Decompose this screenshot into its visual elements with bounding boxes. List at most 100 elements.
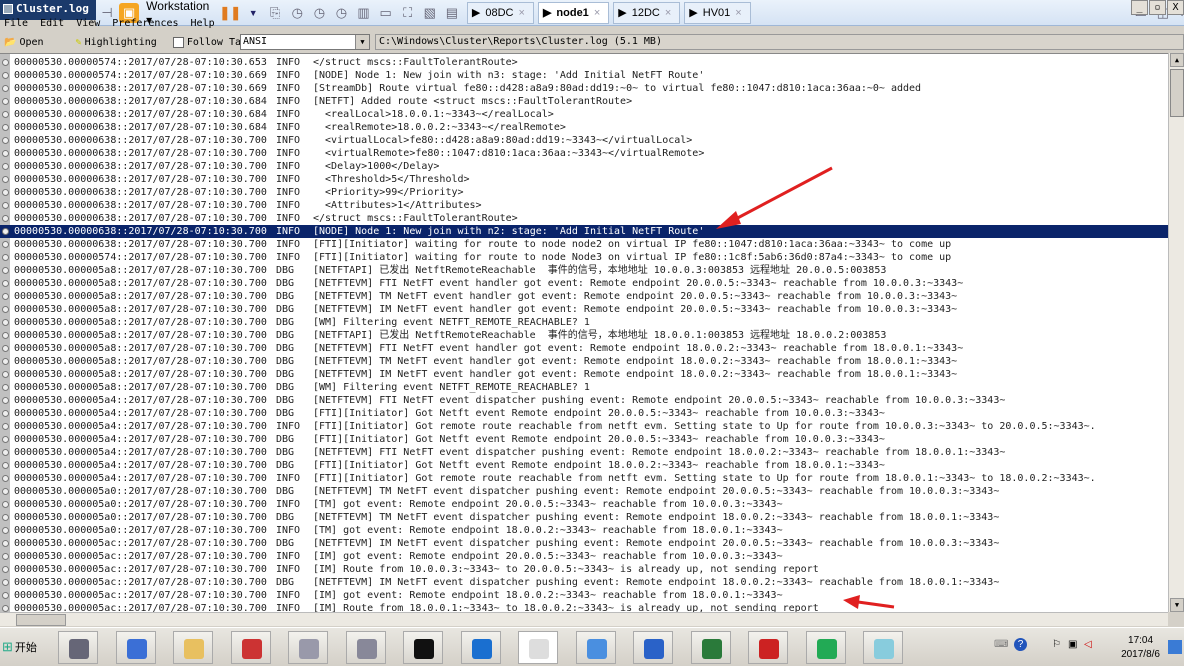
log-row[interactable]: 00000530.000005a4::2017/07/28-07:10:30.7… <box>0 459 1168 472</box>
log-row[interactable]: 00000530.000005a0::2017/07/28-07:10:30.7… <box>0 485 1168 498</box>
unity-icon[interactable]: ▧ <box>420 3 440 23</box>
menu-help[interactable]: Help <box>191 18 215 32</box>
log-row[interactable]: 00000530.000005a4::2017/07/28-07:10:30.7… <box>0 433 1168 446</box>
scroll-up-button[interactable]: ▲ <box>1170 53 1184 67</box>
taskbar-security-button[interactable] <box>288 631 328 664</box>
home-tab-icon[interactable]: ▤ <box>442 3 462 23</box>
taskbar-powershell-button[interactable] <box>115 631 156 664</box>
bookmark-dot-icon[interactable] <box>2 501 9 508</box>
bookmark-dot-icon[interactable] <box>2 436 9 443</box>
bookmark-dot-icon[interactable] <box>2 111 9 118</box>
close-icon[interactable]: × <box>665 7 671 19</box>
log-row[interactable]: 00000530.000005ac::2017/07/28-07:10:30.7… <box>0 602 1168 612</box>
log-row[interactable]: 00000530.000005a8::2017/07/28-07:10:30.7… <box>0 329 1168 342</box>
log-row[interactable]: 00000530.00000638::2017/07/28-07:10:30.6… <box>0 95 1168 108</box>
taskbar-server-manager-button[interactable] <box>58 631 98 664</box>
bookmark-dot-icon[interactable] <box>2 254 9 261</box>
log-row[interactable]: 00000530.000005ac::2017/07/28-07:10:30.7… <box>0 537 1168 550</box>
bookmark-dot-icon[interactable] <box>2 449 9 456</box>
log-row[interactable]: 00000530.00000638::2017/07/28-07:10:30.7… <box>0 212 1168 225</box>
clock[interactable]: 17:04 2017/8/6 <box>1121 634 1160 662</box>
highlighting-button[interactable]: ✎ Highlighting <box>76 37 157 48</box>
log-row[interactable]: 00000530.00000638::2017/07/28-07:10:30.7… <box>0 186 1168 199</box>
bookmark-dot-icon[interactable] <box>2 176 9 183</box>
log-row[interactable]: 00000530.00000638::2017/07/28-07:10:30.7… <box>0 134 1168 147</box>
log-row[interactable]: 00000530.000005a8::2017/07/28-07:10:30.7… <box>0 342 1168 355</box>
bookmark-dot-icon[interactable] <box>2 475 9 482</box>
flag-icon[interactable]: ⚐ <box>1052 639 1061 650</box>
log-row[interactable]: 00000530.00000638::2017/07/28-07:10:30.7… <box>0 147 1168 160</box>
taskbar-toolbox-button[interactable] <box>748 631 788 664</box>
log-row[interactable]: 00000530.000005a8::2017/07/28-07:10:30.7… <box>0 290 1168 303</box>
close-button[interactable]: X <box>1167 0 1184 15</box>
bookmark-dot-icon[interactable] <box>2 488 9 495</box>
send-keys-icon[interactable]: ⎘ <box>265 3 285 23</box>
restore-snapshot-icon[interactable]: ◷ <box>309 3 329 23</box>
scroll-thumb[interactable] <box>1170 69 1184 117</box>
start-button[interactable]: ⊞ 开始 <box>2 634 44 660</box>
bookmark-dot-icon[interactable] <box>2 384 9 391</box>
bookmark-dot-icon[interactable] <box>2 410 9 417</box>
bookmark-dot-icon[interactable] <box>2 592 9 599</box>
log-row[interactable]: 00000530.00000638::2017/07/28-07:10:30.7… <box>0 199 1168 212</box>
log-row[interactable]: 00000530.00000638::2017/07/28-07:10:30.6… <box>0 108 1168 121</box>
log-row[interactable]: 00000530.00000574::2017/07/28-07:10:30.6… <box>0 56 1168 69</box>
log-row[interactable]: 00000530.000005a4::2017/07/28-07:10:30.7… <box>0 446 1168 459</box>
log-row[interactable]: 00000530.000005a8::2017/07/28-07:10:30.7… <box>0 277 1168 290</box>
bookmark-dot-icon[interactable] <box>2 280 9 287</box>
chevron-down-icon[interactable]: ▼ <box>355 35 369 49</box>
menu-edit[interactable]: Edit <box>40 18 64 32</box>
bookmark-dot-icon[interactable] <box>2 228 9 235</box>
open-button[interactable]: 📂 Open <box>4 37 44 48</box>
log-row[interactable]: 00000530.000005ac::2017/07/28-07:10:30.7… <box>0 563 1168 576</box>
bookmark-dot-icon[interactable] <box>2 605 9 612</box>
log-view[interactable]: 00000530.00000574::2017/07/28-07:10:30.6… <box>0 53 1168 612</box>
bookmark-dot-icon[interactable] <box>2 293 9 300</box>
bookmark-dot-icon[interactable] <box>2 397 9 404</box>
bookmark-dot-icon[interactable] <box>2 579 9 586</box>
taskbar-notepad-button[interactable] <box>863 631 903 664</box>
bookmark-dot-icon[interactable] <box>2 514 9 521</box>
menu-view[interactable]: View <box>76 18 100 32</box>
tab-hv01[interactable]: ▶ HV01 × <box>684 1 751 24</box>
checkbox[interactable] <box>172 36 184 48</box>
log-row[interactable]: 00000530.000005a8::2017/07/28-07:10:30.7… <box>0 355 1168 368</box>
taskbar-log-viewer-button[interactable] <box>518 631 558 664</box>
network-icon[interactable]: ▣ <box>1068 639 1077 650</box>
log-row[interactable]: 00000530.00000638::2017/07/28-07:10:30.7… <box>0 160 1168 173</box>
log-row[interactable]: 00000530.000005ac::2017/07/28-07:10:30.7… <box>0 550 1168 563</box>
taskbar-explorer-button[interactable] <box>173 631 213 664</box>
close-icon[interactable]: × <box>519 7 525 19</box>
bookmark-dot-icon[interactable] <box>2 527 9 534</box>
maximize-button[interactable]: ▫ <box>1149 0 1166 15</box>
volume-muted-icon[interactable]: ◁ <box>1084 639 1092 650</box>
minimize-button[interactable]: _ <box>1131 0 1148 15</box>
taskbar-network-button[interactable] <box>690 631 731 664</box>
bookmark-dot-icon[interactable] <box>2 85 9 92</box>
taskbar-control-panel-button[interactable] <box>575 631 616 664</box>
bookmark-dot-icon[interactable] <box>2 59 9 66</box>
horizontal-scrollbar[interactable] <box>0 612 1168 626</box>
encoding-select[interactable]: ANSI ▼ <box>240 34 370 50</box>
tab-node1[interactable]: ▶ node1 × <box>537 1 610 24</box>
log-row[interactable]: 00000530.000005a4::2017/07/28-07:10:30.7… <box>0 394 1168 407</box>
bookmark-dot-icon[interactable] <box>2 98 9 105</box>
bookmark-dot-icon[interactable] <box>2 319 9 326</box>
bookmark-dot-icon[interactable] <box>2 358 9 365</box>
scroll-down-button[interactable]: ▼ <box>1170 598 1184 612</box>
bookmark-dot-icon[interactable] <box>2 267 9 274</box>
log-row[interactable]: 00000530.000005ac::2017/07/28-07:10:30.7… <box>0 576 1168 589</box>
bookmark-dot-icon[interactable] <box>2 202 9 209</box>
bookmark-dot-icon[interactable] <box>2 306 9 313</box>
log-row[interactable]: 00000530.000005a8::2017/07/28-07:10:30.7… <box>0 303 1168 316</box>
bookmark-dot-icon[interactable] <box>2 163 9 170</box>
show-desktop-button[interactable] <box>1168 640 1182 654</box>
tab-12dc[interactable]: ▶ 12DC × <box>613 1 681 24</box>
bookmark-dot-icon[interactable] <box>2 150 9 157</box>
tab-08dc[interactable]: ▶ 08DC × <box>466 1 534 24</box>
bookmark-dot-icon[interactable] <box>2 566 9 573</box>
log-row[interactable]: 00000530.00000574::2017/07/28-07:10:30.7… <box>0 251 1168 264</box>
taskbar-tools-button[interactable] <box>345 631 386 664</box>
bookmark-dot-icon[interactable] <box>2 371 9 378</box>
bookmark-dot-icon[interactable] <box>2 332 9 339</box>
